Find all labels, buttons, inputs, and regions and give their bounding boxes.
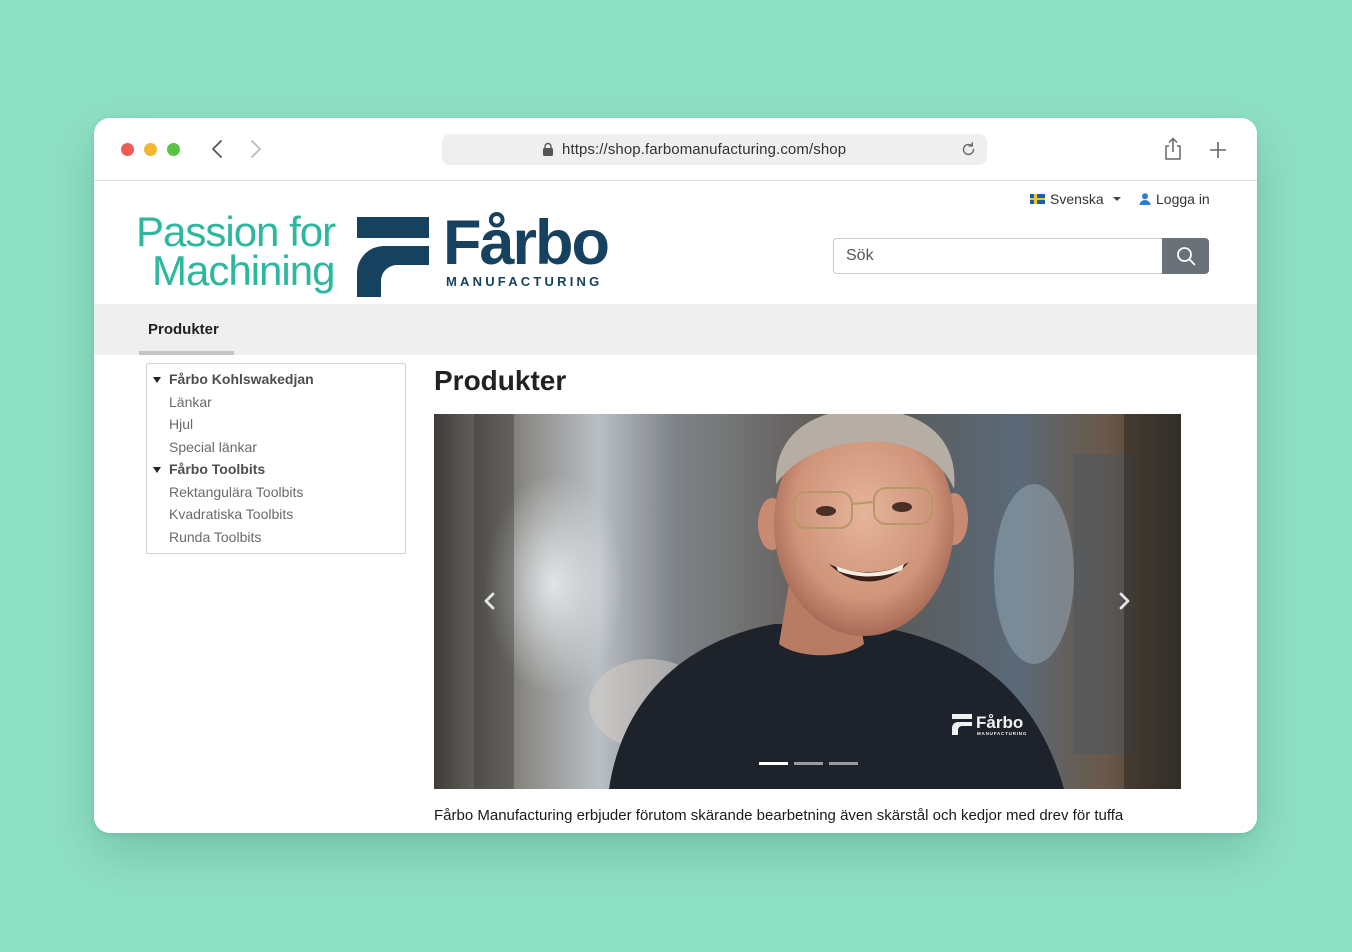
shirt-logo-word: Fårbo bbox=[976, 713, 1023, 732]
subcategory-hjul[interactable]: Hjul bbox=[147, 416, 405, 439]
logo-wordmark[interactable]: Fårbo bbox=[443, 210, 610, 276]
category-farbo-toolbits[interactable]: Fårbo Toolbits bbox=[147, 461, 405, 484]
carousel-indicators bbox=[759, 762, 858, 765]
carousel-next-icon[interactable] bbox=[1116, 590, 1132, 612]
back-icon[interactable] bbox=[208, 138, 228, 160]
shirt-logo-sub: MANUFACTURING bbox=[977, 731, 1027, 736]
search-form bbox=[833, 238, 1209, 274]
carousel-photo: Fårbo MANUFACTURING bbox=[434, 414, 1181, 789]
subcategory-rektangulara-toolbits[interactable]: Rektangulära Toolbits bbox=[147, 484, 405, 507]
carousel-prev-icon[interactable] bbox=[482, 590, 498, 612]
browser-window: https://shop.farbomanufacturing.com/shop… bbox=[94, 118, 1257, 833]
caret-down-icon[interactable] bbox=[153, 377, 161, 383]
hero-carousel[interactable]: Fårbo MANUFACTURING bbox=[434, 414, 1181, 789]
browser-toolbar: https://shop.farbomanufacturing.com/shop bbox=[94, 118, 1257, 181]
subcategory-lankar[interactable]: Länkar bbox=[147, 394, 405, 417]
page-title: Produkter bbox=[434, 365, 567, 396]
tab-produkter[interactable]: Produkter bbox=[139, 304, 234, 355]
forward-icon[interactable] bbox=[245, 138, 265, 160]
carousel-indicator[interactable] bbox=[794, 762, 823, 765]
farbo-logo-mark-icon[interactable] bbox=[357, 217, 429, 297]
category-label: Fårbo Kohlswakedjan bbox=[169, 371, 314, 387]
login-link[interactable]: Logga in bbox=[1139, 191, 1210, 207]
plus-icon[interactable] bbox=[1208, 140, 1228, 160]
caret-down-icon[interactable] bbox=[153, 467, 161, 473]
intro-text: Fårbo Manufacturing erbjuder förutom skä… bbox=[434, 807, 1124, 824]
url-text: https://shop.farbomanufacturing.com/shop bbox=[562, 141, 847, 158]
tagline-line-2: Machining bbox=[152, 247, 335, 294]
category-label: Fårbo Toolbits bbox=[169, 461, 266, 477]
user-icon bbox=[1139, 193, 1151, 205]
language-label: Svenska bbox=[1050, 191, 1104, 207]
login-label: Logga in bbox=[1156, 191, 1210, 207]
tab-label: Produkter bbox=[148, 321, 219, 338]
address-bar[interactable]: https://shop.farbomanufacturing.com/shop bbox=[442, 134, 987, 165]
caret-down-icon bbox=[1112, 197, 1121, 201]
carousel-indicator[interactable] bbox=[759, 762, 788, 765]
close-window-button[interactable] bbox=[121, 143, 134, 156]
minimize-window-button[interactable] bbox=[144, 143, 157, 156]
search-button[interactable] bbox=[1162, 238, 1209, 274]
subcategory-special-lankar[interactable]: Special länkar bbox=[147, 439, 405, 462]
brand-tagline: Passion for Machining bbox=[136, 208, 336, 294]
maximize-window-button[interactable] bbox=[167, 143, 180, 156]
active-tab-indicator bbox=[139, 351, 234, 355]
subcategory-kvadratiska-toolbits[interactable]: Kvadratiska Toolbits bbox=[147, 506, 405, 529]
web-page: Svenska Logga in Passion for Machining F… bbox=[94, 182, 1257, 833]
reload-icon[interactable] bbox=[960, 141, 977, 158]
language-selector[interactable]: Svenska bbox=[1030, 191, 1121, 207]
share-icon[interactable] bbox=[1162, 137, 1184, 161]
magnifier-icon bbox=[1176, 247, 1195, 266]
category-farbo-kohlswakedjan[interactable]: Fårbo Kohlswakedjan bbox=[147, 371, 405, 394]
logo-subtitle: MANUFACTURING bbox=[446, 274, 603, 289]
search-input[interactable] bbox=[833, 238, 1163, 274]
swedish-flag-icon bbox=[1030, 194, 1045, 204]
subcategory-runda-toolbits[interactable]: Runda Toolbits bbox=[147, 529, 405, 552]
carousel-indicator[interactable] bbox=[829, 762, 858, 765]
category-sidebar: Fårbo Kohlswakedjan Länkar Hjul Special … bbox=[146, 363, 406, 554]
tagline-line-1: Passion for bbox=[136, 208, 336, 255]
main-menu: Produkter bbox=[94, 304, 1257, 355]
lock-icon bbox=[543, 142, 553, 156]
